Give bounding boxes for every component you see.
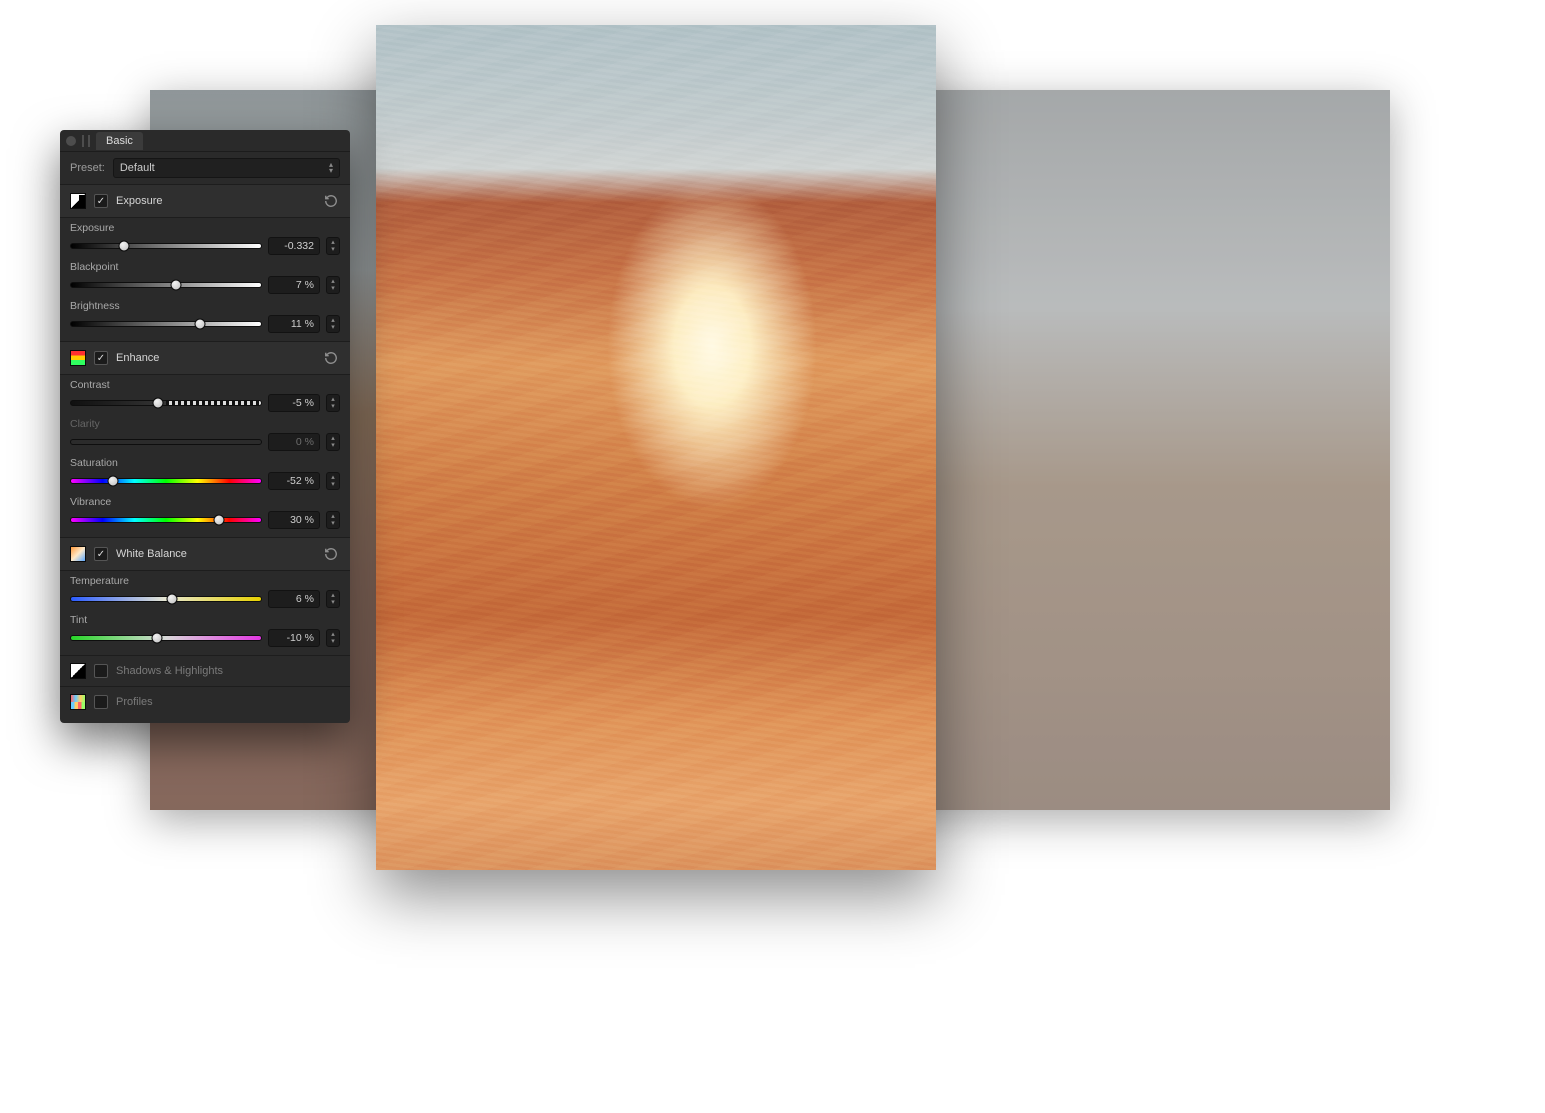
exposure-title: Exposure	[116, 195, 314, 207]
brightness-param-label: Brightness	[70, 300, 340, 312]
tint-param-label: Tint	[70, 614, 340, 626]
whitebalance-reset-button[interactable]	[322, 545, 340, 563]
vibrance-param-label: Vibrance	[70, 496, 340, 508]
clarity-stepper[interactable]	[326, 433, 340, 451]
saturation-param-label: Saturation	[70, 457, 340, 469]
tint-stepper[interactable]	[326, 629, 340, 647]
temperature-slider[interactable]	[70, 596, 262, 602]
preset-select[interactable]: Default	[113, 158, 340, 178]
temperature-value[interactable]: 6 %	[268, 590, 320, 608]
panel-header[interactable]: Basic	[60, 130, 350, 152]
section-profiles-header[interactable]: Profiles	[60, 686, 350, 717]
vibrance-slider[interactable]	[70, 517, 262, 523]
enhance-icon	[70, 350, 86, 366]
exposure-icon	[70, 193, 86, 209]
drag-grip-icon[interactable]	[82, 135, 90, 147]
blackpoint-stepper[interactable]	[326, 276, 340, 294]
contrast-stepper[interactable]	[326, 394, 340, 412]
blackpoint-param-label: Blackpoint	[70, 261, 340, 273]
blackpoint-slider[interactable]	[70, 282, 262, 288]
saturation-slider[interactable]	[70, 478, 262, 484]
tint-value[interactable]: -10 %	[268, 629, 320, 647]
enhance-reset-button[interactable]	[322, 349, 340, 367]
clarity-slider[interactable]	[70, 439, 262, 445]
shadows-highlights-icon	[70, 663, 86, 679]
close-icon[interactable]	[66, 136, 76, 146]
section-shadows-highlights-header[interactable]: Shadows & Highlights	[60, 655, 350, 686]
section-enhance-header[interactable]: Enhance	[60, 341, 350, 375]
whitebalance-title: White Balance	[116, 548, 314, 560]
contrast-value[interactable]: -5 %	[268, 394, 320, 412]
profiles-checkbox[interactable]	[94, 695, 108, 709]
saturation-stepper[interactable]	[326, 472, 340, 490]
enhance-checkbox[interactable]	[94, 351, 108, 365]
white-balance-icon	[70, 546, 86, 562]
exposure-value[interactable]: -0.332	[268, 237, 320, 255]
tab-basic[interactable]: Basic	[96, 132, 143, 150]
vibrance-value[interactable]: 30 %	[268, 511, 320, 529]
temperature-stepper[interactable]	[326, 590, 340, 608]
clarity-param-label: Clarity	[70, 418, 340, 430]
temperature-param-label: Temperature	[70, 575, 340, 587]
blackpoint-value[interactable]: 7 %	[268, 276, 320, 294]
profiles-icon	[70, 694, 86, 710]
exposure-reset-button[interactable]	[322, 192, 340, 210]
saturation-value[interactable]: -52 %	[268, 472, 320, 490]
contrast-slider[interactable]	[70, 400, 262, 406]
contrast-param-label: Contrast	[70, 379, 340, 391]
exposure-stepper[interactable]	[326, 237, 340, 255]
exposure-slider[interactable]	[70, 243, 262, 249]
section-whitebalance-header[interactable]: White Balance	[60, 537, 350, 571]
tint-slider[interactable]	[70, 635, 262, 641]
whitebalance-checkbox[interactable]	[94, 547, 108, 561]
preview-image-center	[376, 25, 936, 870]
brightness-slider[interactable]	[70, 321, 262, 327]
brightness-stepper[interactable]	[326, 315, 340, 333]
exposure-param-label: Exposure	[70, 222, 340, 234]
vibrance-stepper[interactable]	[326, 511, 340, 529]
preset-label: Preset:	[70, 162, 105, 174]
adjustments-panel: Basic Preset: Default Exposure Exposure …	[60, 130, 350, 723]
section-exposure-header[interactable]: Exposure	[60, 184, 350, 218]
clarity-value[interactable]: 0 %	[268, 433, 320, 451]
shadows-highlights-checkbox[interactable]	[94, 664, 108, 678]
enhance-title: Enhance	[116, 352, 314, 364]
brightness-value[interactable]: 11 %	[268, 315, 320, 333]
profiles-title: Profiles	[116, 696, 340, 708]
preset-value: Default	[120, 162, 155, 174]
shadows-highlights-title: Shadows & Highlights	[116, 665, 340, 677]
dropdown-arrows-icon	[329, 162, 333, 174]
exposure-checkbox[interactable]	[94, 194, 108, 208]
